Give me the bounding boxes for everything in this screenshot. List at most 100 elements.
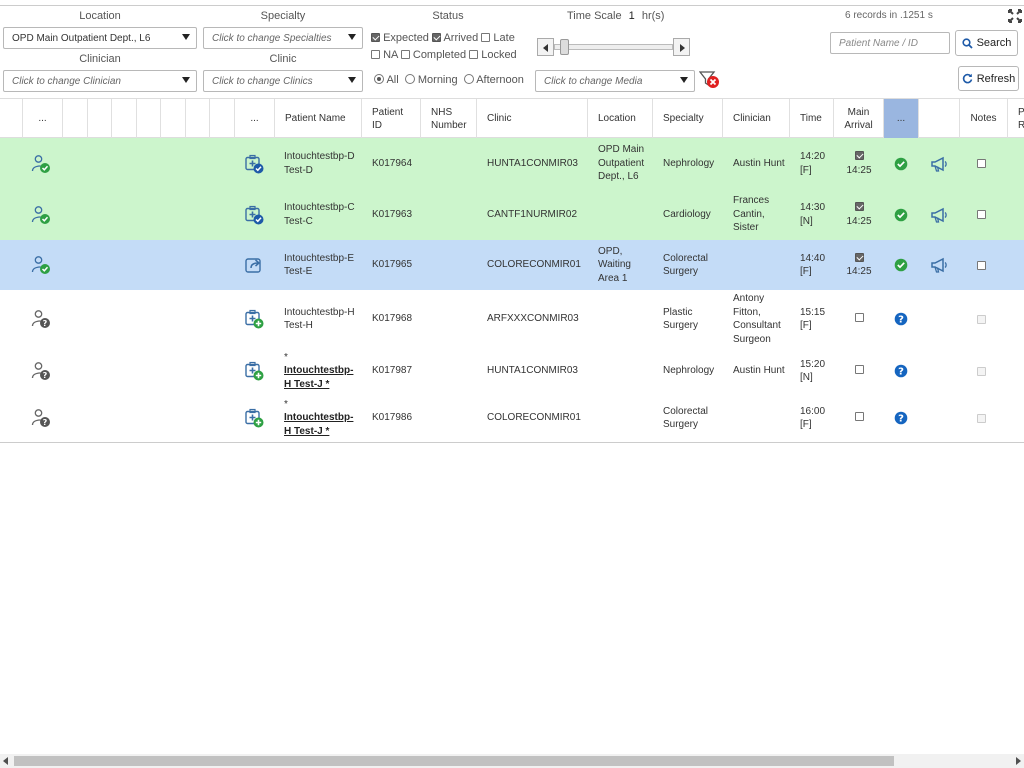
col-notes[interactable]: Notes <box>960 99 1008 138</box>
status-help-icon[interactable]: ? <box>894 411 908 428</box>
arrival-checkbox[interactable] <box>854 411 864 425</box>
col-clinic[interactable]: Clinic <box>477 99 588 138</box>
patient-unverified-icon[interactable]: ? <box>31 361 51 384</box>
status-na[interactable]: NA <box>371 49 398 61</box>
col-dots-3[interactable]: ... <box>884 99 919 138</box>
col-partial[interactable]: P R <box>1008 99 1024 138</box>
time-scale-slider[interactable] <box>537 38 690 56</box>
table-row[interactable]: ? * Intouchtestbp-H Test-J * K017987 HUNTA1C… <box>0 347 1024 395</box>
notes-checkbox[interactable] <box>977 189 986 240</box>
fullscreen-icon[interactable] <box>1008 9 1022 23</box>
scroll-right-icon[interactable] <box>1016 757 1021 765</box>
main-arrival <box>834 395 884 441</box>
megaphone-icon[interactable] <box>930 156 950 175</box>
table-row[interactable]: Intouchtestbp-D Test-D K017964 HUNTA1CONMI… <box>0 138 1024 189</box>
patient-id: K017986 <box>372 412 413 424</box>
status-expected[interactable]: Expected <box>371 32 429 44</box>
col-select[interactable] <box>0 99 23 138</box>
patient-name[interactable]: Intouchtestbp-D Test-D <box>284 150 358 177</box>
arrival-checkbox[interactable] <box>854 252 864 266</box>
session-afternoon[interactable]: Afternoon <box>463 74 524 86</box>
col-empty[interactable] <box>88 99 112 138</box>
table-row[interactable]: Intouchtestbp-C Test-C K017963 CANTF1NURMI… <box>0 189 1024 240</box>
status-locked[interactable]: Locked <box>469 49 517 61</box>
status-help-icon[interactable]: ? <box>894 364 908 381</box>
col-empty[interactable] <box>137 99 161 138</box>
clinic-dropdown[interactable]: Click to change Clinics <box>203 70 363 92</box>
patient-name-link[interactable]: Intouchtestbp-H Test-J * <box>284 365 353 390</box>
slider-track[interactable] <box>554 44 673 50</box>
media-dropdown[interactable]: Click to change Media <box>535 70 695 92</box>
refresh-button[interactable]: Refresh <box>958 66 1019 91</box>
col-patient-id[interactable]: Patient ID <box>362 99 421 138</box>
table-row[interactable]: ? Intouchtestbp-H Test-H K017968 ARFXXXCONM… <box>0 291 1024 347</box>
megaphone-icon[interactable] <box>930 257 950 276</box>
patient-verified-icon[interactable] <box>31 154 51 177</box>
col-main-arrival[interactable]: Main Arrival <box>834 99 884 138</box>
scrollbar-thumb[interactable] <box>14 756 894 766</box>
svg-text:?: ? <box>898 315 904 326</box>
slider-thumb[interactable] <box>560 39 570 55</box>
patient-name-link[interactable]: Intouchtestbp-H Test-J * <box>284 412 353 437</box>
transfer-icon[interactable] <box>244 255 264 278</box>
col-time[interactable]: Time <box>790 99 834 138</box>
status-late[interactable]: Late <box>481 32 515 44</box>
arrival-checkbox[interactable] <box>854 364 864 378</box>
slider-left-arrow[interactable] <box>537 38 554 56</box>
refresh-button-label: Refresh <box>976 72 1016 85</box>
patient-unverified-icon[interactable]: ? <box>31 408 51 431</box>
patient-search-input[interactable]: Patient Name / ID <box>830 32 950 54</box>
table-row[interactable]: ? * Intouchtestbp-H Test-J * K017986 COLOREC… <box>0 395 1024 441</box>
status-arrived-icon[interactable] <box>894 258 908 275</box>
clinician-dropdown[interactable]: Click to change Clinician <box>3 70 197 92</box>
location-value: OPD, Waiting Area 1 <box>598 245 631 284</box>
status-help-icon[interactable]: ? <box>894 312 908 329</box>
specialty-value: Colorectal Surgery <box>663 252 709 278</box>
patient-verified-icon[interactable] <box>31 205 51 228</box>
appointment-checked-icon[interactable] <box>244 154 264 177</box>
slider-right-arrow[interactable] <box>673 38 690 56</box>
megaphone-icon[interactable] <box>930 207 950 226</box>
notes-checkbox[interactable] <box>977 138 986 189</box>
col-empty[interactable] <box>112 99 137 138</box>
col-nhs[interactable]: NHS Number <box>421 99 477 138</box>
patient-verified-icon[interactable] <box>31 255 51 278</box>
arrival-checkbox[interactable] <box>854 201 864 215</box>
patient-name[interactable]: Intouchtestbp-C Test-C <box>284 201 358 228</box>
col-dots-1[interactable]: ... <box>23 99 63 138</box>
status-arrived-icon[interactable] <box>894 208 908 225</box>
search-button[interactable]: Search <box>955 30 1018 56</box>
session-all[interactable]: All <box>374 74 399 86</box>
col-dots-2[interactable]: ... <box>235 99 275 138</box>
appointment-checked-icon[interactable] <box>244 205 264 228</box>
specialty-dropdown[interactable]: Click to change Specialties <box>203 27 363 49</box>
table-row[interactable]: Intouchtestbp-E Test-E K017965 COLORECONMI… <box>0 240 1024 290</box>
col-patient-name[interactable]: Patient Name <box>275 99 362 138</box>
location-dropdown[interactable]: OPD Main Outpatient Dept., L6 <box>3 27 197 49</box>
notes-checkbox[interactable] <box>977 240 986 290</box>
col-clinician[interactable]: Clinician <box>723 99 790 138</box>
patient-name[interactable]: Intouchtestbp-E Test-E <box>284 252 358 279</box>
patient-name[interactable]: Intouchtestbp-H Test-H <box>284 306 358 333</box>
arrival-checkbox[interactable] <box>854 150 864 164</box>
col-announce[interactable] <box>919 99 960 138</box>
patient-unverified-icon[interactable]: ? <box>31 309 51 332</box>
status-arrived[interactable]: Arrived <box>432 32 478 44</box>
col-specialty[interactable]: Specialty <box>653 99 723 138</box>
clear-filter-icon[interactable] <box>699 70 721 90</box>
appointment-add-icon[interactable] <box>244 361 264 384</box>
col-empty[interactable] <box>186 99 210 138</box>
session-morning[interactable]: Morning <box>404 74 458 86</box>
col-empty[interactable] <box>210 99 235 138</box>
arrival-checkbox[interactable] <box>854 312 864 326</box>
status-arrived-icon[interactable] <box>894 157 908 174</box>
col-empty[interactable] <box>161 99 186 138</box>
status-completed[interactable]: Completed <box>400 49 466 61</box>
clinic-label: Clinic <box>269 53 297 65</box>
scroll-left-icon[interactable] <box>3 757 8 765</box>
horizontal-scrollbar[interactable] <box>0 754 1024 768</box>
col-location[interactable]: Location <box>588 99 653 138</box>
appointment-add-icon[interactable] <box>244 408 264 431</box>
col-empty[interactable] <box>63 99 88 138</box>
appointment-add-icon[interactable] <box>244 309 264 332</box>
